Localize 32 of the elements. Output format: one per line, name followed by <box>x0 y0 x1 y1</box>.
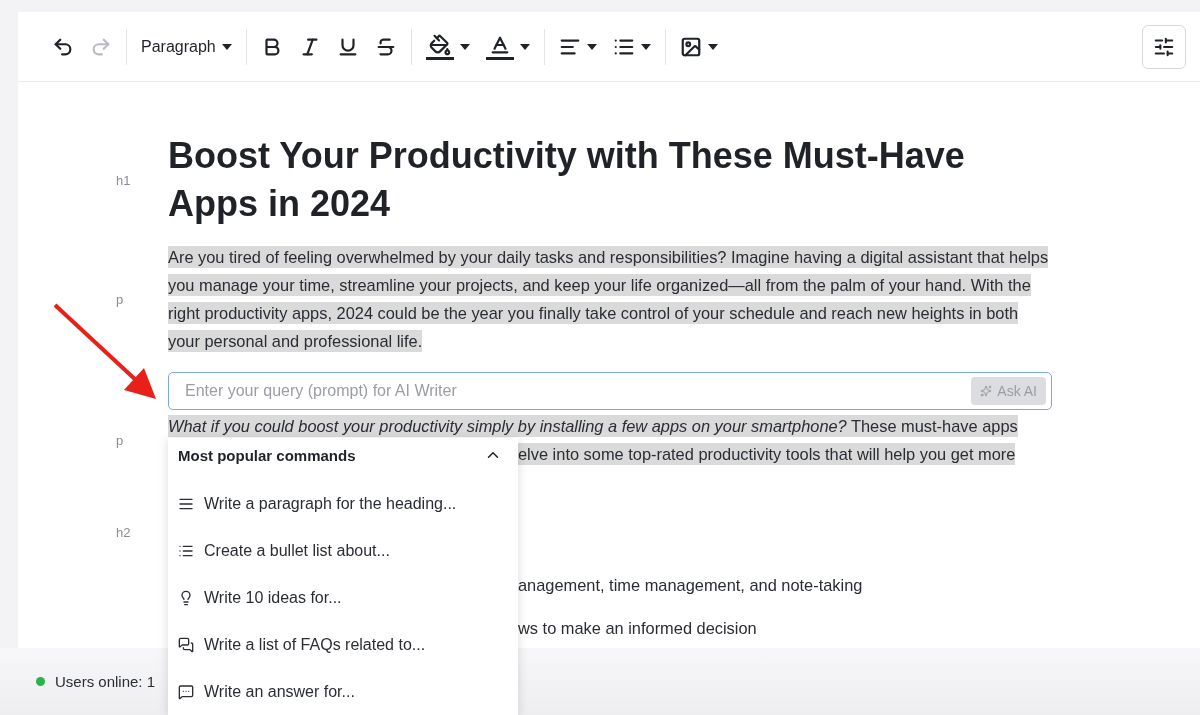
sliders-icon <box>1153 35 1175 58</box>
lightbulb-icon <box>178 589 194 606</box>
command-item[interactable]: Create a bullet list about... <box>168 527 518 574</box>
command-item[interactable]: Write 10 ideas for... <box>168 574 518 621</box>
image-icon <box>679 35 702 58</box>
command-item[interactable]: Write a list of FAQs related to... <box>168 621 518 668</box>
popup-title: Most popular commands <box>178 446 356 464</box>
caret-icon <box>707 43 718 50</box>
caret-icon <box>519 43 530 50</box>
block-type-label: p <box>116 432 124 448</box>
command-item[interactable]: Write an answer for... <box>168 668 518 715</box>
block-type-label: h1 <box>116 172 131 188</box>
caret-icon <box>586 43 597 50</box>
article-title: Boost Your Productivity with These Must-Have Apps in 2024 <box>168 134 966 226</box>
chat-bubbles-icon <box>178 636 194 653</box>
paragraph: Are you tired of feeling overwhelmed by your daily tasks and responsibilities? Imagine having a digital assistant that helps you manage your time, streamline your projects, and keep your life organized—all from the palm of your hand. With the right productivity apps, 2024 could be the year you finally take control of your schedule and reach new heights in both your personal and professional life. <box>168 245 1050 354</box>
paragraph-style-select[interactable]: Paragraph <box>135 28 238 65</box>
color-bar <box>425 56 454 60</box>
sparkle-icon <box>980 385 993 397</box>
block-type-label: h2 <box>116 524 131 540</box>
caret-icon <box>221 43 232 50</box>
list-item-text: anagement, time management, and note-taking <box>518 576 863 594</box>
settings-button[interactable] <box>1142 24 1186 69</box>
chat-bubble-icon <box>178 683 194 700</box>
caret-icon <box>459 43 470 50</box>
paint-bucket-icon <box>428 33 451 56</box>
status-text: Users online: 1 <box>55 673 156 690</box>
command-item[interactable]: Write a paragraph for the heading... <box>168 480 518 527</box>
block-type-label: p <box>116 291 124 307</box>
caret-icon <box>640 43 651 50</box>
list-item-text: ws to make an informed decision <box>518 619 757 637</box>
color-bar <box>485 56 514 60</box>
